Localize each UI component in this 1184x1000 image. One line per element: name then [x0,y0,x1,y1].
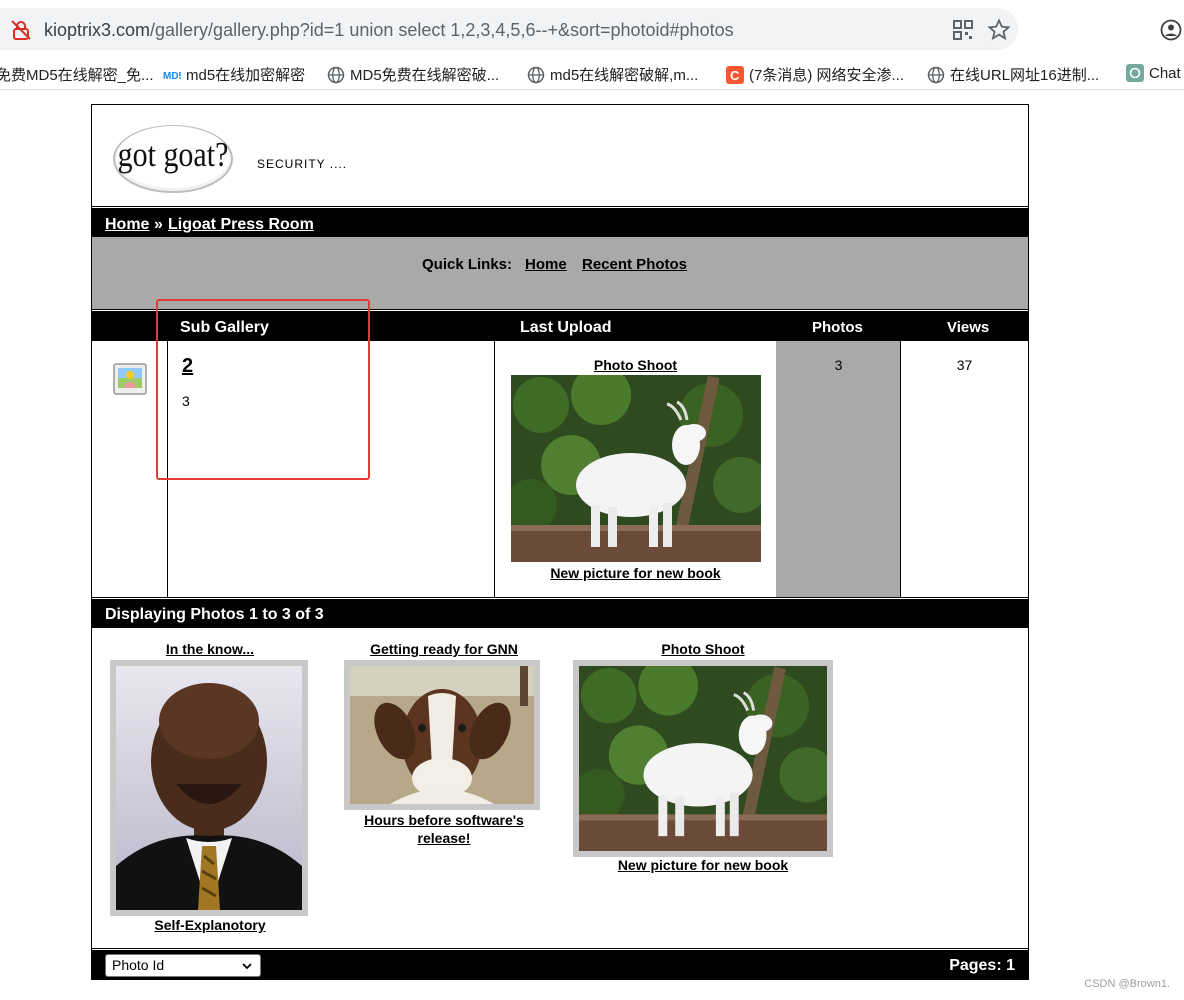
picture-icon[interactable] [112,361,148,397]
bookmark-item[interactable]: 免费MD5在线解密_免... [0,64,154,85]
bookmark-item[interactable]: MD5 md5在线加密解密 [163,64,305,85]
photo-thumbnail-man[interactable] [110,660,308,916]
bookmark-item[interactable]: md5在线解密破解,m... [527,64,698,85]
svg-text:MD5: MD5 [163,71,181,82]
watermark: CSDN @Brown1. [1084,978,1170,990]
gallery-table-header: Sub Gallery Last Upload Photos Views [92,309,1028,341]
url-path: /gallery/gallery.php?id=1 union select 1… [150,20,734,40]
quick-link-recent-photos[interactable]: Recent Photos [582,256,687,273]
photo-caption-link[interactable]: Self-Explanotory [110,917,310,933]
sub-gallery-description: 3 [182,393,190,409]
url-text[interactable]: kioptrix3.com/gallery/gallery.php?id=1 u… [44,20,734,41]
photo-title-link[interactable]: In the know... [110,641,310,657]
bookmarks-bar: 免费MD5在线解密_免... MD5 md5在线加密解密 MD5免费在线解密破.… [0,56,1184,90]
profile-icon[interactable] [1160,19,1182,41]
svg-text:C: C [730,68,740,83]
man-portrait-image [116,666,302,910]
last-upload-caption-link[interactable]: New picture for new book [495,565,776,581]
column-header-views: Views [947,319,990,336]
globe-icon [327,66,345,83]
qr-code-icon[interactable] [953,20,973,40]
gallery-page: got goat? SECURITY .... Home » Ligoat Pr… [91,104,1029,980]
views-count: 37 [956,357,973,373]
photo-caption-link[interactable]: New picture for new book [573,857,833,873]
pages-indicator: Pages: 1 [949,957,1015,974]
column-header-photos: Photos [812,319,863,336]
quick-links-panel: Quick Links: Home Recent Photos [92,237,1028,309]
photo-title-link[interactable]: Photo Shoot [573,641,833,657]
goat-closeup-image [350,666,534,804]
photos-count-cell: 3 [776,341,901,597]
csdn-icon: C [726,65,744,84]
sort-select[interactable]: Photo Id [105,954,261,977]
bookmark-item[interactable]: C (7条消息) 网络安全渗... [726,64,904,85]
last-upload-cell: Photo Shoot New picture for new book [495,341,776,597]
photos-count: 3 [834,357,843,373]
got-goat-logo[interactable]: got goat? [112,121,234,193]
gallery-icon-cell [92,341,168,597]
column-header-last-upload: Last Upload [520,319,612,336]
views-count-cell: 37 [901,341,1028,597]
table-row: 2 3 Photo Shoot New picture for new book [92,341,1028,597]
md5-logo-icon: MD5 [163,71,181,82]
breadcrumb-separator: » [154,216,163,233]
chatgpt-icon [1126,64,1144,82]
bookmark-item[interactable]: 在线URL网址16进制... [927,64,1099,85]
breadcrumb: Home » Ligoat Press Room [92,206,1028,237]
chevron-down-icon [242,963,252,970]
footer-bar: Photo Id Pages: 1 [92,948,1028,979]
bookmark-star-icon[interactable] [987,18,1011,42]
goat-photo-image [573,656,835,851]
last-upload-title-link[interactable]: Photo Shoot [495,357,776,373]
bookmark-item[interactable]: MD5免费在线解密破... [327,64,499,85]
sub-gallery-cell: 2 3 [168,341,495,597]
goat-photo-image[interactable] [511,375,761,562]
globe-icon [527,66,545,83]
address-bar-row: kioptrix3.com/gallery/gallery.php?id=1 u… [0,0,1184,56]
quick-link-home[interactable]: Home [525,256,567,273]
url-domain: kioptrix3.com [44,20,151,40]
photo-thumbnail-goat[interactable] [573,656,835,857]
photo-caption-link[interactable]: Hours before software's release! [344,811,544,847]
site-tagline: SECURITY .... [257,157,348,171]
sort-select-value: Photo Id [112,957,165,973]
column-header-sub-gallery: Sub Gallery [180,319,269,336]
breadcrumb-current-link[interactable]: Ligoat Press Room [168,216,314,234]
quick-links-label: Quick Links: [422,256,513,273]
photo-thumbnail-goat-closeup[interactable] [344,660,540,810]
photo-title-link[interactable]: Getting ready for GNN [344,641,544,657]
svg-text:got goat?: got goat? [118,135,229,173]
photos-heading-bar: Displaying Photos 1 to 3 of 3 [92,597,1028,628]
bookmark-item[interactable]: Chat [1126,64,1181,82]
globe-icon [927,66,945,83]
not-secure-icon[interactable] [10,19,32,41]
photos-heading: Displaying Photos 1 to 3 of 3 [105,606,324,623]
sub-gallery-name-link[interactable]: 2 [182,355,193,378]
breadcrumb-home-link[interactable]: Home [105,216,149,234]
